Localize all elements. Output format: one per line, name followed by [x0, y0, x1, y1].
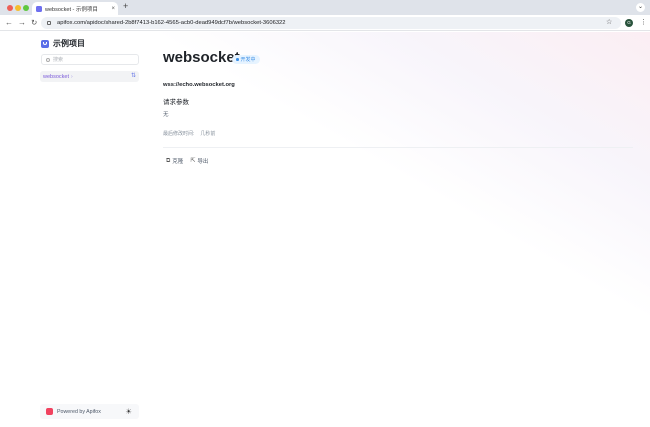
divider — [163, 147, 633, 148]
tree-item-label: websocket — [43, 73, 69, 80]
export-button[interactable]: ⇱ 导出 — [190, 157, 208, 165]
sidebar-footer: Powered by Apifox ☀ — [40, 404, 139, 419]
main-content: websocket 开发中 wss://echo.websocket.org 请… — [146, 32, 650, 427]
reload-icon[interactable]: ↻ — [31, 18, 37, 28]
page: 示例项目 搜索 websocket › ⇅ Powered by Apifox … — [0, 32, 650, 427]
chevron-right-icon: › — [71, 73, 73, 80]
status-dot-icon — [236, 58, 239, 61]
bookmark-star-icon[interactable]: ☆ — [606, 18, 612, 28]
forward-arrow-icon[interactable]: → — [18, 18, 26, 28]
window-minimize-button[interactable] — [15, 5, 21, 11]
request-params-empty: 无 — [163, 112, 169, 118]
search-icon — [46, 57, 50, 62]
window-zoom-button[interactable] — [23, 5, 29, 11]
last-modified: 最后修改时间: 几秒前 — [163, 130, 215, 137]
project-logo-icon — [41, 39, 49, 48]
last-modified-label: 最后修改时间: — [163, 131, 195, 137]
apifox-logo-icon — [46, 408, 53, 415]
browser-tab-bar: websocket - 示例项目 × + ⌄ — [0, 0, 650, 15]
search-input[interactable]: 搜索 — [41, 54, 139, 65]
new-tab-button[interactable]: + — [123, 2, 128, 11]
tab-title: websocket - 示例项目 — [45, 6, 98, 13]
sun-icon[interactable]: ☀ — [125, 407, 132, 416]
browser-menu-icon[interactable]: ⋮ — [640, 18, 647, 28]
project-name: 示例项目 — [53, 39, 85, 48]
status-badge: 开发中 — [232, 55, 260, 64]
request-params-heading: 请求参数 — [163, 99, 189, 106]
back-arrow-icon[interactable]: ← — [5, 18, 13, 28]
sidebar: 示例项目 搜索 websocket › ⇅ Powered by Apifox … — [0, 32, 146, 427]
profile-avatar[interactable]: G — [625, 18, 633, 27]
tab-close-icon[interactable]: × — [111, 6, 115, 12]
tab-search-button[interactable]: ⌄ — [636, 3, 645, 12]
browser-tab[interactable]: websocket - 示例项目 × — [32, 2, 118, 15]
websocket-type-icon: ⇅ — [130, 73, 136, 79]
export-icon: ⇱ — [190, 158, 196, 164]
browser-toolbar: ← → ↻ apifox.com/apidoc/shared-2b8f7413-… — [0, 15, 650, 31]
clone-label: 克隆 — [172, 159, 184, 165]
address-bar[interactable]: apifox.com/apidoc/shared-2b8f7413-b162-4… — [41, 17, 621, 29]
websocket-url: wss://echo.websocket.org — [163, 82, 235, 88]
export-label: 导出 — [197, 159, 209, 165]
window-close-button[interactable] — [7, 5, 13, 11]
project-header[interactable]: 示例项目 — [41, 38, 85, 49]
powered-by-text[interactable]: Powered by Apifox — [57, 409, 101, 415]
page-title: websocket — [163, 49, 240, 66]
status-text: 开发中 — [240, 57, 256, 63]
clone-icon: ⧉ — [166, 158, 171, 164]
action-bar: ⧉ 克隆 ⇱ 导出 — [166, 157, 208, 165]
apifox-favicon-icon — [36, 5, 42, 12]
tree-item-websocket[interactable]: websocket › ⇅ — [40, 71, 139, 82]
last-modified-value: 几秒前 — [200, 131, 216, 137]
clone-button[interactable]: ⧉ 克隆 — [166, 157, 183, 165]
site-info-icon[interactable] — [47, 21, 51, 25]
search-placeholder: 搜索 — [53, 57, 64, 63]
address-url: apifox.com/apidoc/shared-2b8f7413-b162-4… — [57, 20, 286, 26]
